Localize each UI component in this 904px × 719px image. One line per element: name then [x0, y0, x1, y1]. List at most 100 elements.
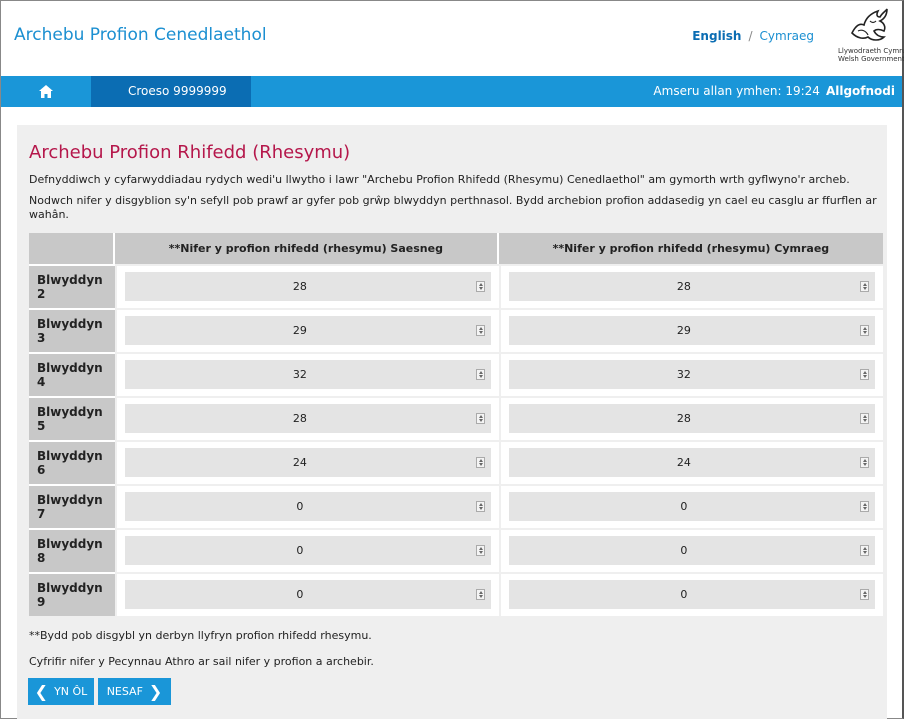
english-quantity-stepper[interactable]: 0: [125, 580, 491, 609]
year-label: Blwyddyn 4: [29, 352, 115, 396]
logo-text-english: Welsh Government: [838, 55, 904, 63]
welsh-quantity-stepper[interactable]: 0: [508, 492, 875, 521]
back-button[interactable]: ❮ YN ÔL: [28, 678, 94, 705]
spinner-arrows-icon[interactable]: [860, 457, 869, 468]
year-label: Blwyddyn 7: [29, 484, 115, 528]
spinner-arrows-icon[interactable]: [475, 589, 485, 600]
table-row: Blwyddyn 8 00: [29, 528, 883, 572]
intro-text: Defnyddiwch y cyfarwyddiadau rydych wedi…: [29, 173, 850, 186]
table-row: Blwyddyn 3 29 29: [29, 308, 883, 352]
spinner-arrows-icon[interactable]: [475, 457, 485, 468]
english-quantity-value[interactable]: 28: [125, 404, 491, 433]
page-title: Archebu Profion Rhifedd (Rhesymu): [29, 142, 351, 163]
table-row: Blwyddyn 7 00: [29, 484, 883, 528]
year-label: Blwyddyn 8: [29, 528, 115, 572]
welsh-quantity-stepper[interactable]: 28: [508, 272, 875, 301]
cell-english: 28: [115, 264, 499, 308]
lang-welsh-link[interactable]: Cymraeg: [760, 29, 814, 43]
spinner-arrows-icon[interactable]: [860, 413, 869, 424]
table-row: Blwyddyn 5 28 28: [29, 396, 883, 440]
cell-welsh: 28: [498, 264, 883, 308]
english-quantity-stepper[interactable]: 0: [125, 492, 491, 521]
welsh-quantity-stepper[interactable]: 0: [508, 580, 875, 609]
cell-welsh: 24: [498, 440, 883, 484]
next-button-label: NESAF: [106, 685, 143, 698]
cell-welsh: 0: [498, 572, 883, 616]
cell-english: 29: [115, 308, 499, 352]
welsh-quantity-value[interactable]: 29: [509, 316, 875, 345]
year-label: Blwyddyn 3: [29, 308, 115, 352]
main-content: Archebu Profion Rhifedd (Rhesymu) Defnyd…: [17, 125, 887, 719]
table-row: Blwyddyn 9 00: [29, 572, 883, 616]
language-switcher: English / Cymraeg: [692, 29, 814, 43]
spinner-arrows-icon[interactable]: [475, 545, 485, 556]
logout-link[interactable]: Allgofnodi: [826, 84, 895, 98]
english-quantity-stepper[interactable]: 29: [125, 316, 491, 345]
table-header-row: **Nifer y profion rhifedd (rhesymu) Saes…: [29, 233, 883, 264]
welsh-quantity-value[interactable]: 28: [509, 404, 875, 433]
spinner-arrows-icon[interactable]: [860, 369, 869, 380]
timeout-text: Amseru allan ymhen: 19:24: [653, 84, 820, 98]
welcome-tab[interactable]: Croeso 9999999: [91, 76, 251, 107]
english-quantity-value[interactable]: 29: [125, 316, 491, 345]
english-quantity-value[interactable]: 0: [125, 536, 491, 565]
spinner-arrows-icon[interactable]: [860, 589, 869, 600]
welsh-government-logo: Llywodraeth Cymru Welsh Government: [838, 3, 904, 67]
english-quantity-stepper[interactable]: 24: [125, 448, 491, 477]
english-quantity-value[interactable]: 32: [125, 360, 491, 389]
order-table: **Nifer y profion rhifedd (rhesymu) Saes…: [29, 233, 883, 616]
english-quantity-value[interactable]: 0: [125, 492, 491, 521]
english-quantity-stepper[interactable]: 0: [125, 536, 491, 565]
spinner-arrows-icon[interactable]: [475, 501, 485, 512]
spinner-arrows-icon[interactable]: [475, 413, 485, 424]
lang-english-link[interactable]: English: [692, 29, 741, 43]
spinner-arrows-icon[interactable]: [475, 369, 485, 380]
column-header-welsh: **Nifer y profion rhifedd (rhesymu) Cymr…: [498, 233, 883, 264]
cell-welsh: 0: [498, 484, 883, 528]
welsh-quantity-value[interactable]: 0: [509, 580, 875, 609]
home-button[interactable]: [1, 76, 91, 107]
spinner-arrows-icon[interactable]: [860, 281, 869, 292]
spinner-arrows-icon[interactable]: [860, 325, 869, 336]
english-quantity-stepper[interactable]: 28: [125, 404, 491, 433]
english-quantity-stepper[interactable]: 32: [125, 360, 491, 389]
spinner-arrows-icon[interactable]: [475, 325, 485, 336]
table-row: Blwyddyn 2 28 28: [29, 264, 883, 308]
cell-english: 28: [115, 396, 499, 440]
welsh-quantity-value[interactable]: 28: [509, 272, 875, 301]
navbar: Croeso 9999999 Amseru allan ymhen: 19:24…: [1, 76, 902, 107]
next-button[interactable]: NESAF ❯: [98, 678, 171, 705]
year-label: Blwyddyn 6: [29, 440, 115, 484]
welsh-quantity-stepper[interactable]: 29: [508, 316, 875, 345]
english-quantity-stepper[interactable]: 28: [125, 272, 491, 301]
spinner-arrows-icon[interactable]: [860, 501, 869, 512]
welsh-quantity-value[interactable]: 32: [509, 360, 875, 389]
instructions-text: Nodwch nifer y disgyblion sy'n sefyll po…: [29, 194, 877, 221]
welsh-quantity-value[interactable]: 0: [509, 536, 875, 565]
cell-welsh: 32: [498, 352, 883, 396]
home-icon: [39, 85, 53, 98]
cell-english: 0: [115, 484, 499, 528]
table-row: Blwyddyn 6 24 24: [29, 440, 883, 484]
welsh-quantity-stepper[interactable]: 28: [508, 404, 875, 433]
cell-welsh: 28: [498, 396, 883, 440]
teacher-pack-note: Cyfrifir nifer y Pecynnau Athro ar sail …: [29, 655, 374, 668]
header: Archebu Profion Cenedlaethol English / Cym…: [1, 1, 904, 76]
back-button-label: YN ÔL: [54, 685, 88, 698]
welsh-quantity-stepper[interactable]: 0: [508, 536, 875, 565]
cell-welsh: 0: [498, 528, 883, 572]
welsh-quantity-stepper[interactable]: 24: [508, 448, 875, 477]
chevron-right-icon: ❯: [148, 681, 163, 701]
welsh-quantity-value[interactable]: 24: [509, 448, 875, 477]
english-quantity-value[interactable]: 24: [125, 448, 491, 477]
welsh-quantity-stepper[interactable]: 32: [508, 360, 875, 389]
spinner-arrows-icon[interactable]: [475, 281, 485, 292]
english-quantity-value[interactable]: 28: [125, 272, 491, 301]
welsh-quantity-value[interactable]: 0: [509, 492, 875, 521]
year-label: Blwyddyn 5: [29, 396, 115, 440]
english-quantity-value[interactable]: 0: [125, 580, 491, 609]
cell-english: 0: [115, 572, 499, 616]
chevron-left-icon: ❮: [34, 681, 49, 701]
cell-english: 32: [115, 352, 499, 396]
spinner-arrows-icon[interactable]: [860, 545, 869, 556]
